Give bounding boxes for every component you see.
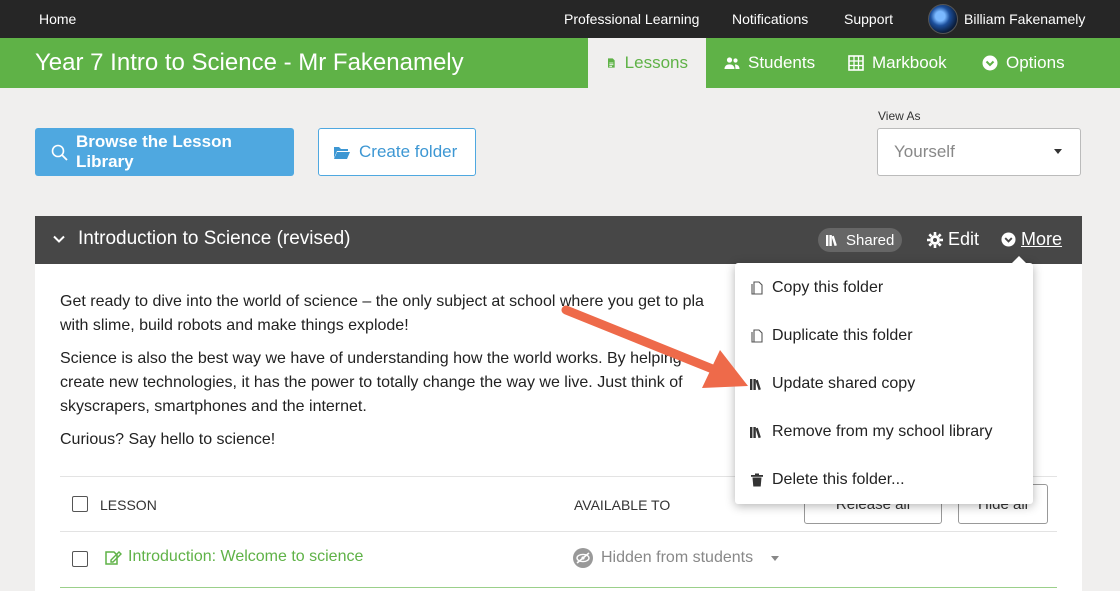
description-line: skyscrapers, smartphones and the interne… [60,398,367,415]
class-header: Year 7 Intro to Science - Mr Fakenamely … [0,38,1120,88]
column-available-to: AVAILABLE TO [574,497,671,513]
grid-icon [848,55,864,71]
copy-icon [751,281,763,295]
menu-copy-folder[interactable]: Copy this folder [750,279,883,297]
nav-support[interactable]: Support [844,11,893,27]
edit-folder-button[interactable]: Edit [927,229,979,250]
more-menu-button[interactable]: More [1001,229,1062,250]
top-navigation: Home Professional Learning Notifications… [0,0,1120,38]
row-checkbox[interactable] [72,551,88,567]
more-dropdown-menu: Copy this folder Duplicate this folder U… [735,256,1033,504]
description-line: Curious? Say hello to science! [60,431,276,448]
dropdown-notch [1011,256,1027,264]
eye-slash-icon [573,548,593,568]
description-line: with slime, build robots and make things… [60,317,409,334]
menu-delete-folder[interactable]: Delete this folder... [750,471,905,489]
chevron-circle-icon [1001,232,1016,247]
menu-duplicate-folder[interactable]: Duplicate this folder [750,327,913,345]
trash-icon [751,473,763,487]
caret-down-icon [771,555,780,561]
view-as-label: View As [878,109,921,123]
nav-home-link[interactable]: Home [39,11,76,27]
chevron-circle-icon [982,55,998,71]
avatar [928,4,958,34]
tab-markbook[interactable]: Markbook [830,38,965,88]
nav-professional-learning[interactable]: Professional Learning [564,11,699,27]
page-title: Year 7 Intro to Science - Mr Fakenamely [35,49,464,76]
tab-options[interactable]: Options [964,38,1083,88]
shared-badge: Shared [818,228,903,252]
document-icon [608,58,615,68]
availability-select[interactable]: Hidden from students [573,548,780,568]
tab-students[interactable]: Students [706,38,833,88]
gear-icon [927,231,943,248]
chevron-down-icon[interactable] [53,233,65,245]
caret-down-icon [1054,149,1062,154]
menu-remove-from-library[interactable]: Remove from my school library [750,423,993,441]
search-icon [51,144,68,161]
select-all-checkbox[interactable] [72,496,88,512]
user-menu[interactable]: Billiam Fakenamely [928,4,1085,34]
lesson-link[interactable]: Introduction: Welcome to science [104,548,363,566]
nav-notifications[interactable]: Notifications [732,11,808,27]
library-icon [826,235,837,246]
table-row: Introduction: Welcome to science Hidden … [60,532,1057,588]
menu-update-shared-copy[interactable]: Update shared copy [750,375,915,393]
annotation-arrow-icon [561,305,748,388]
user-name: Billiam Fakenamely [964,11,1086,27]
lesson-edit-icon [105,551,122,565]
column-lesson: LESSON [100,497,157,513]
folder-title[interactable]: Introduction to Science (revised) [78,228,350,250]
create-folder-button[interactable]: Create folder [318,128,476,176]
browse-library-button[interactable]: Browse the Lesson Library [35,128,294,176]
view-as-select[interactable]: Yourself [877,128,1081,176]
folder-header: Introduction to Science (revised) Shared… [35,216,1082,264]
library-icon [750,427,761,439]
users-icon [724,57,740,69]
tab-lessons[interactable]: Lessons [588,38,706,88]
folder-open-icon [334,146,350,159]
